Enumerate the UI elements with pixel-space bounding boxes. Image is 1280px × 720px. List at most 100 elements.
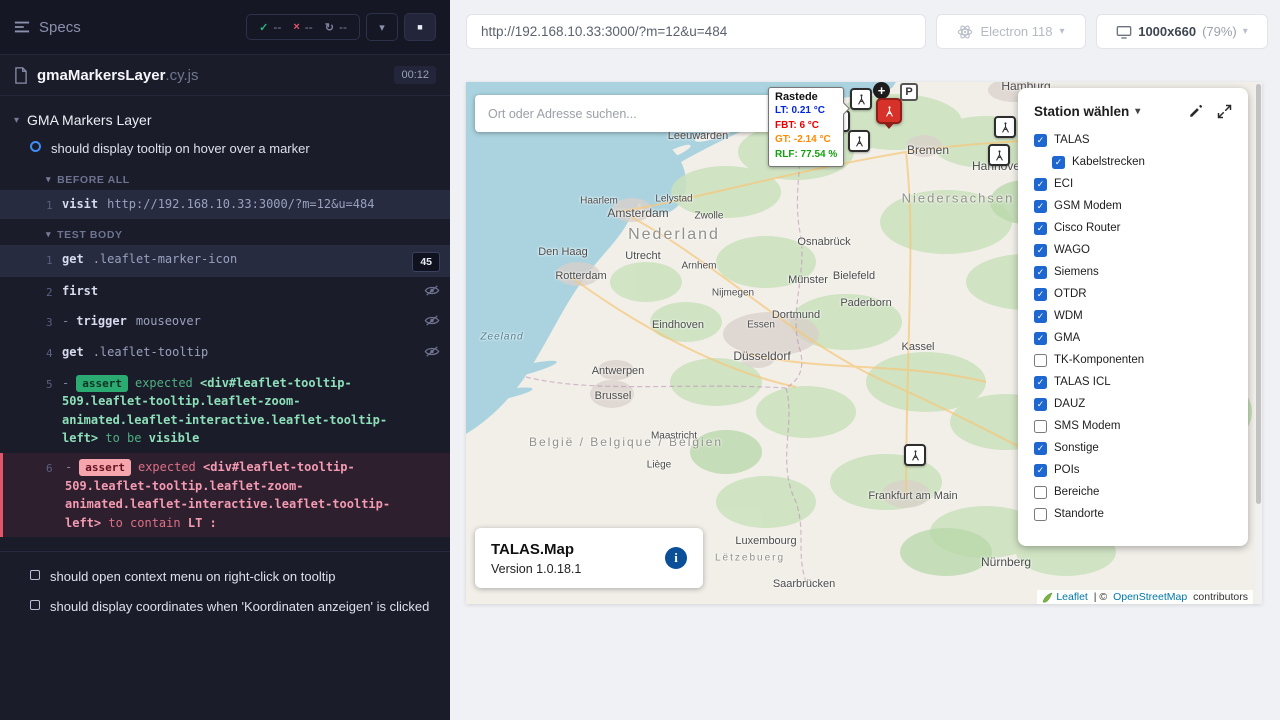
layer-item[interactable]: ✓WDM xyxy=(1018,305,1248,327)
layer-label: TALAS xyxy=(1054,134,1090,146)
layer-checkbox[interactable]: ✓ xyxy=(1034,222,1047,235)
layer-checkbox[interactable]: ✓ xyxy=(1034,288,1047,301)
layer-checkbox[interactable]: ✓ xyxy=(1034,178,1047,191)
command-number: 3 xyxy=(0,312,62,331)
layer-checkbox[interactable]: ✓ xyxy=(1034,464,1047,477)
station-marker[interactable] xyxy=(848,130,870,152)
before-all-header[interactable]: ▾ BEFORE ALL xyxy=(0,164,450,190)
reporter-controls: ✓--×--↻-- ▾ ■ xyxy=(246,13,436,41)
layer-item[interactable]: ✓Siemens xyxy=(1018,261,1248,283)
layer-checkbox[interactable]: ✓ xyxy=(1034,332,1047,345)
command-row[interactable]: 3-triggermouseover xyxy=(0,307,450,338)
command-row[interactable]: 1visithttp://192.168.10.33:3000/?m=12&u=… xyxy=(0,190,450,219)
command-row[interactable]: 6-assertexpected <div#leaflet-tooltip-50… xyxy=(0,453,450,537)
layer-label: Standorte xyxy=(1054,508,1104,520)
command-row[interactable]: 4get.leaflet-tooltip xyxy=(0,338,450,369)
layer-checkbox[interactable] xyxy=(1034,486,1047,499)
layer-checkbox[interactable]: ✓ xyxy=(1034,266,1047,279)
spec-duration: 00:12 xyxy=(394,66,436,84)
map-label: Saarbrücken xyxy=(773,578,835,590)
station-select[interactable]: Station wählen ▾ xyxy=(1034,104,1140,119)
test-title-pending[interactable]: should open context menu on right-click … xyxy=(0,562,450,592)
test-title-active[interactable]: should display tooltip on hover over a m… xyxy=(0,134,450,164)
layer-item[interactable]: Bereiche xyxy=(1018,481,1248,503)
specs-button[interactable]: Specs xyxy=(14,19,81,36)
scrollbar-thumb[interactable] xyxy=(1256,84,1261,504)
layer-item[interactable]: ✓POIs xyxy=(1018,459,1248,481)
electron-icon xyxy=(957,24,973,40)
layer-item[interactable]: Standorte xyxy=(1018,503,1248,525)
command-extras xyxy=(414,195,440,197)
edit-icon[interactable] xyxy=(1188,104,1203,119)
layer-checkbox[interactable] xyxy=(1034,420,1047,433)
command-row[interactable]: 5-assertexpected <div#leaflet-tooltip-50… xyxy=(0,369,450,453)
layer-item[interactable]: ✓DAUZ xyxy=(1018,393,1248,415)
command-number: 1 xyxy=(0,195,62,214)
test-body-header[interactable]: ▾ TEST BODY xyxy=(0,219,450,245)
command-row[interactable]: 1get.leaflet-marker-icon45 xyxy=(0,245,450,277)
layer-item[interactable]: ✓ TALAS xyxy=(1018,129,1248,151)
layer-checkbox[interactable]: ✓ xyxy=(1034,442,1047,455)
layer-checkbox[interactable]: ✓ xyxy=(1034,244,1047,257)
add-control-icon[interactable]: + xyxy=(873,82,890,99)
chevron-down-icon: ▾ xyxy=(1243,26,1248,37)
map-label: Arnhem xyxy=(681,261,716,272)
layer-item[interactable]: ✓WAGO xyxy=(1018,239,1248,261)
leaflet-link[interactable]: Leaflet xyxy=(1056,591,1088,603)
spec-row[interactable]: gmaMarkersLayer.cy.js 00:12 xyxy=(0,55,450,96)
layer-checkbox[interactable]: ✓ xyxy=(1034,134,1047,147)
map-label: Paderborn xyxy=(840,297,891,309)
url-input[interactable] xyxy=(466,14,926,49)
layer-checkbox[interactable]: ✓ xyxy=(1034,376,1047,389)
layer-item[interactable]: SMS Modem xyxy=(1018,415,1248,437)
runner: Electron 118 ▾ 1000x660 (79%) ▾ xyxy=(450,0,1280,720)
layer-label: ECI xyxy=(1054,178,1073,190)
leaflet-logo-icon xyxy=(1042,592,1053,603)
map-label: Nürnberg xyxy=(981,555,1031,569)
station-marker[interactable] xyxy=(850,88,872,110)
active-marker[interactable] xyxy=(876,98,902,124)
stat-refresh: ↻-- xyxy=(325,20,347,34)
caret-icon: ▾ xyxy=(14,115,19,126)
expand-icon[interactable] xyxy=(1217,104,1232,119)
layer-checkbox[interactable]: ✓ xyxy=(1034,310,1047,323)
info-icon[interactable]: i xyxy=(665,547,687,569)
layer-label: TALAS ICL xyxy=(1054,376,1111,388)
pending-icon xyxy=(30,600,40,610)
layer-checkbox[interactable] xyxy=(1034,508,1047,521)
spec-name: gmaMarkersLayer.cy.js xyxy=(37,67,385,84)
layer-item[interactable]: TK-Komponenten xyxy=(1018,349,1248,371)
layer-item[interactable]: ✓Cisco Router xyxy=(1018,217,1248,239)
chevron-down-icon: ▾ xyxy=(1060,26,1065,37)
command-row[interactable]: 2first xyxy=(0,277,450,308)
layer-label: OTDR xyxy=(1054,288,1087,300)
browser-selector[interactable]: Electron 118 ▾ xyxy=(936,14,1086,49)
parking-marker[interactable]: P xyxy=(900,83,918,101)
stop-button[interactable]: ■ xyxy=(404,13,436,41)
assert-text: visible xyxy=(149,431,200,445)
viewport-info[interactable]: 1000x660 (79%) ▾ xyxy=(1096,14,1268,49)
map-search-input[interactable] xyxy=(475,95,773,132)
layer-item[interactable]: ✓Sonstige xyxy=(1018,437,1248,459)
layer-item[interactable]: ✓ TALAS ICL xyxy=(1018,371,1248,393)
station-marker[interactable] xyxy=(988,144,1010,166)
map-scrollbar[interactable] xyxy=(1255,82,1262,604)
suite-title[interactable]: ▾ GMA Markers Layer xyxy=(0,106,450,134)
refresh-icon: ↻ xyxy=(325,21,334,34)
layer-item[interactable]: ✓Kabelstrecken xyxy=(1018,151,1248,173)
station-marker[interactable] xyxy=(904,444,926,466)
layer-checkbox[interactable]: ✓ xyxy=(1034,398,1047,411)
specs-menu-icon xyxy=(14,21,30,33)
layer-item[interactable]: ✓ OTDR xyxy=(1018,283,1248,305)
test-title-pending[interactable]: should display coordinates when 'Koordin… xyxy=(0,592,450,622)
layer-checkbox[interactable]: ✓ xyxy=(1052,156,1065,169)
layer-checkbox[interactable]: ✓ xyxy=(1034,200,1047,213)
collapse-tests-button[interactable]: ▾ xyxy=(366,13,398,41)
layer-item[interactable]: ✓GMA xyxy=(1018,327,1248,349)
layer-item[interactable]: ✓GSM Modem xyxy=(1018,195,1248,217)
station-marker[interactable] xyxy=(994,116,1016,138)
map-label: Luxembourg xyxy=(735,535,796,547)
layer-item[interactable]: ✓ ECI xyxy=(1018,173,1248,195)
layer-checkbox[interactable] xyxy=(1034,354,1047,367)
osm-link[interactable]: OpenStreetMap xyxy=(1113,591,1187,603)
